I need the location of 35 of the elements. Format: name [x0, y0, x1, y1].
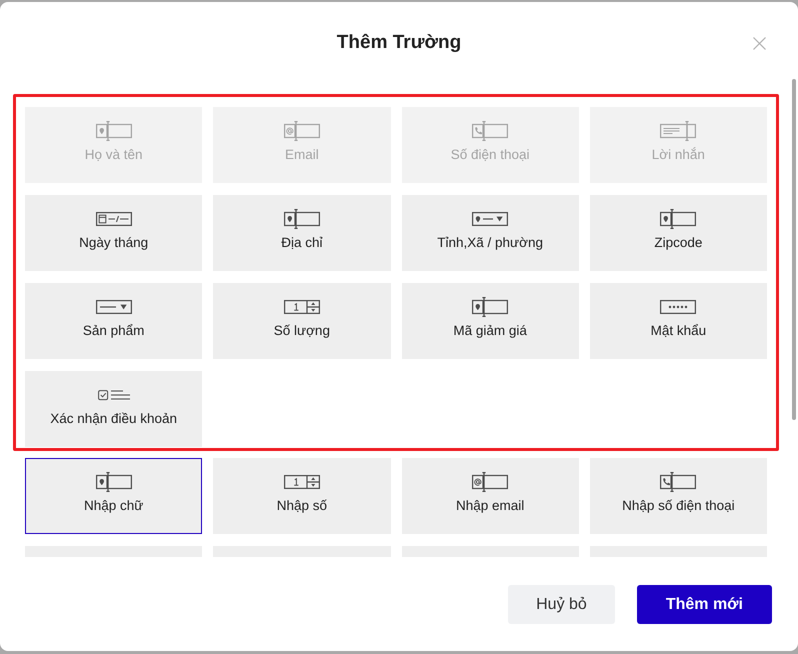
- number-stepper-icon: [284, 475, 320, 489]
- field-type-tile[interactable]: Mã giảm giá: [402, 283, 579, 359]
- add-button[interactable]: Thêm mới: [636, 585, 772, 624]
- dialog-title: Thêm Trường: [336, 31, 462, 55]
- close-icon[interactable]: [753, 37, 766, 50]
- pin-text-field-icon: [96, 472, 132, 492]
- field-type-tile[interactable]: Nhập email: [402, 458, 579, 534]
- number-stepper-icon: [284, 300, 320, 314]
- cancel-button[interactable]: Huỷ bỏ: [508, 585, 615, 624]
- field-type-tile[interactable]: Mật khẩu: [590, 283, 767, 359]
- field-type-tile[interactable]: Nhập chữ: [25, 458, 202, 534]
- pin-text-field-icon: [472, 297, 508, 317]
- phone-text-field-icon: [472, 121, 508, 141]
- message-text-field-icon: [660, 121, 696, 141]
- field-type-tile[interactable]: Tỉnh,Xã / phường: [402, 195, 579, 271]
- pin-text-field-icon: [660, 209, 696, 229]
- field-type-tile[interactable]: Nhập số điện thoại: [590, 458, 767, 534]
- phone-text-field-icon: [660, 472, 696, 492]
- email-text-field-icon: [284, 121, 320, 141]
- scrollbar-thumb[interactable]: [792, 79, 796, 420]
- pin-text-field-icon: [284, 209, 320, 229]
- checkbox-lines-icon: [98, 389, 130, 401]
- field-type-tile[interactable]: Địa chỉ: [213, 195, 390, 271]
- email-text-field-icon: [472, 472, 508, 492]
- field-type-tile[interactable]: Xác nhận điều khoản: [25, 371, 202, 447]
- field-type-tile[interactable]: Sản phẩm: [25, 283, 202, 359]
- dropdown-field-icon: [96, 300, 132, 314]
- field-type-tile[interactable]: Số lượng: [213, 283, 390, 359]
- date-field-icon: [96, 212, 132, 226]
- location-dropdown-icon: [472, 212, 508, 226]
- pin-text-field-icon: [96, 121, 132, 141]
- field-type-tile[interactable]: Nhập số: [213, 458, 390, 534]
- password-field-icon: [660, 300, 696, 314]
- field-type-tile[interactable]: Ngày tháng: [25, 195, 202, 271]
- field-type-tile[interactable]: Zipcode: [590, 195, 767, 271]
